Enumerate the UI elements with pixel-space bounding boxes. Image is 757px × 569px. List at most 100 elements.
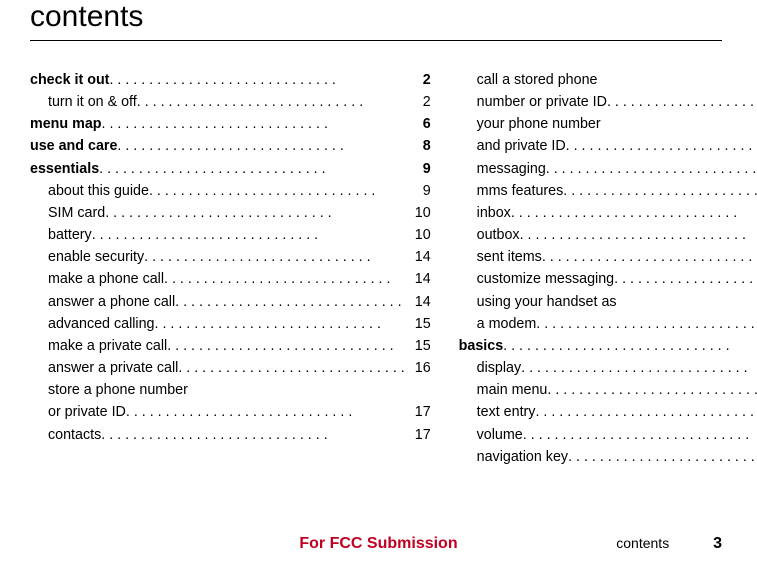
toc-entry: text entry37 [459,401,757,423]
toc-entry-label: battery [48,224,92,246]
toc-dots [511,202,757,224]
toc-entry: mms features19 [459,180,757,202]
toc-entry-page: 17 [405,401,431,423]
toc-entry: make a phone call14 [30,268,431,290]
toc-dots [547,379,757,401]
toc-entry: your phone number [459,113,757,135]
toc-entry-page: 15 [405,313,431,335]
toc-entry: check it out2 [30,69,431,91]
toc-dots [178,357,404,379]
page-title: contents [30,0,722,34]
toc-entry-label: turn it on & off [48,91,137,113]
toc-entry: a modem35 [459,313,757,335]
toc-entry-label: or private ID [48,401,126,423]
toc-entry-label: menu map [30,113,102,135]
toc-entry: store a phone number [30,379,431,401]
toc-dots [546,158,757,180]
toc-entry: sent items29 [459,246,757,268]
toc-column-1: check it out2turn it on & off2menu map6u… [30,69,431,469]
toc-dots [175,291,405,313]
toc-entry-page: 16 [405,357,431,379]
toc-dots [167,335,405,357]
toc-entry-label: store a phone number [48,379,188,401]
toc-entry-label: outbox [477,224,520,246]
toc-dots [535,401,757,423]
toc-entry-label: make a phone call [48,268,164,290]
toc-entry-page: 9 [409,180,431,202]
toc-entry: battery 10 [30,224,431,246]
toc-entry-label: about this guide [48,180,149,202]
toc-entry: menu map 6 [30,113,431,135]
toc-entry: call a stored phone [459,69,757,91]
toc-entry-label: messaging [477,158,546,180]
toc-entry-label: use and care [30,135,117,157]
toc-entry-page: 10 [405,224,431,246]
toc-entry: advanced calling15 [30,313,431,335]
toc-dots [536,313,757,335]
toc-dots [521,357,757,379]
toc-dots [523,424,757,446]
fcc-notice: For FCC Submission [0,535,757,553]
toc-entry-page: 15 [405,335,431,357]
toc-entry: enable security 14 [30,246,431,268]
toc-column-2: call a stored phonenumber or private ID1… [459,69,757,469]
toc-dots [117,135,408,157]
toc-dots [563,180,757,202]
toc-entry-page: 17 [405,424,431,446]
toc-entry-label: text entry [477,401,536,423]
toc-entry-label: display [477,357,522,379]
toc-dots [109,69,408,91]
toc-entry-page: 2 [409,91,431,113]
toc-entry-page: 6 [409,113,431,135]
toc-entry: make a private call 15 [30,335,431,357]
toc-entry-label: SIM card [48,202,105,224]
toc-entry-page: 9 [409,158,431,180]
toc-entry-label: basics [459,335,504,357]
toc-entry-label: navigation key [477,446,568,468]
toc-dots [92,224,405,246]
toc-entry-label: main menu [477,379,548,401]
toc-entry-page: 2 [409,69,431,91]
toc-entry: messaging18 [459,158,757,180]
toc-entry-label: make a private call [48,335,167,357]
toc-columns: check it out2turn it on & off2menu map6u… [30,69,722,469]
toc-dots [149,180,409,202]
toc-entry: about this guide 9 [30,180,431,202]
toc-entry: outbox28 [459,224,757,246]
page-footer: For FCC Submission contents 3 [0,535,757,553]
toc-entry-label: volume [477,424,523,446]
toc-entry-label: contacts [48,424,101,446]
toc-entry-label: inbox [477,202,511,224]
toc-dots [105,202,405,224]
toc-dots [99,158,409,180]
title-divider [30,40,722,41]
toc-dots [566,135,757,157]
toc-dots [164,268,405,290]
toc-dots [137,91,409,113]
toc-dots [542,246,757,268]
toc-entry-page: 10 [405,202,431,224]
toc-entry: navigation key40 [459,446,757,468]
toc-dots [607,91,757,113]
toc-entry: turn it on & off 2 [30,91,431,113]
toc-dots [568,446,757,468]
toc-dots [503,335,757,357]
toc-entry: number or private ID18 [459,91,757,113]
toc-entry: or private ID 17 [30,401,431,423]
toc-dots [102,113,409,135]
toc-entry-page: 14 [405,246,431,268]
toc-entry-label: answer a phone call [48,291,175,313]
page-content: contents check it out2turn it on & off2m… [0,0,757,469]
toc-entry-label: number or private ID [477,91,607,113]
toc-entry: SIM card 10 [30,202,431,224]
toc-entry: contacts 17 [30,424,431,446]
toc-entry: use and care8 [30,135,431,157]
toc-entry-label: sent items [477,246,542,268]
toc-entry: volume40 [459,424,757,446]
toc-entry-label: enable security [48,246,144,268]
toc-dots [101,424,405,446]
toc-dots [144,246,405,268]
toc-entry-page: 14 [405,291,431,313]
toc-dots [614,268,757,290]
toc-entry: and private ID18 [459,135,757,157]
